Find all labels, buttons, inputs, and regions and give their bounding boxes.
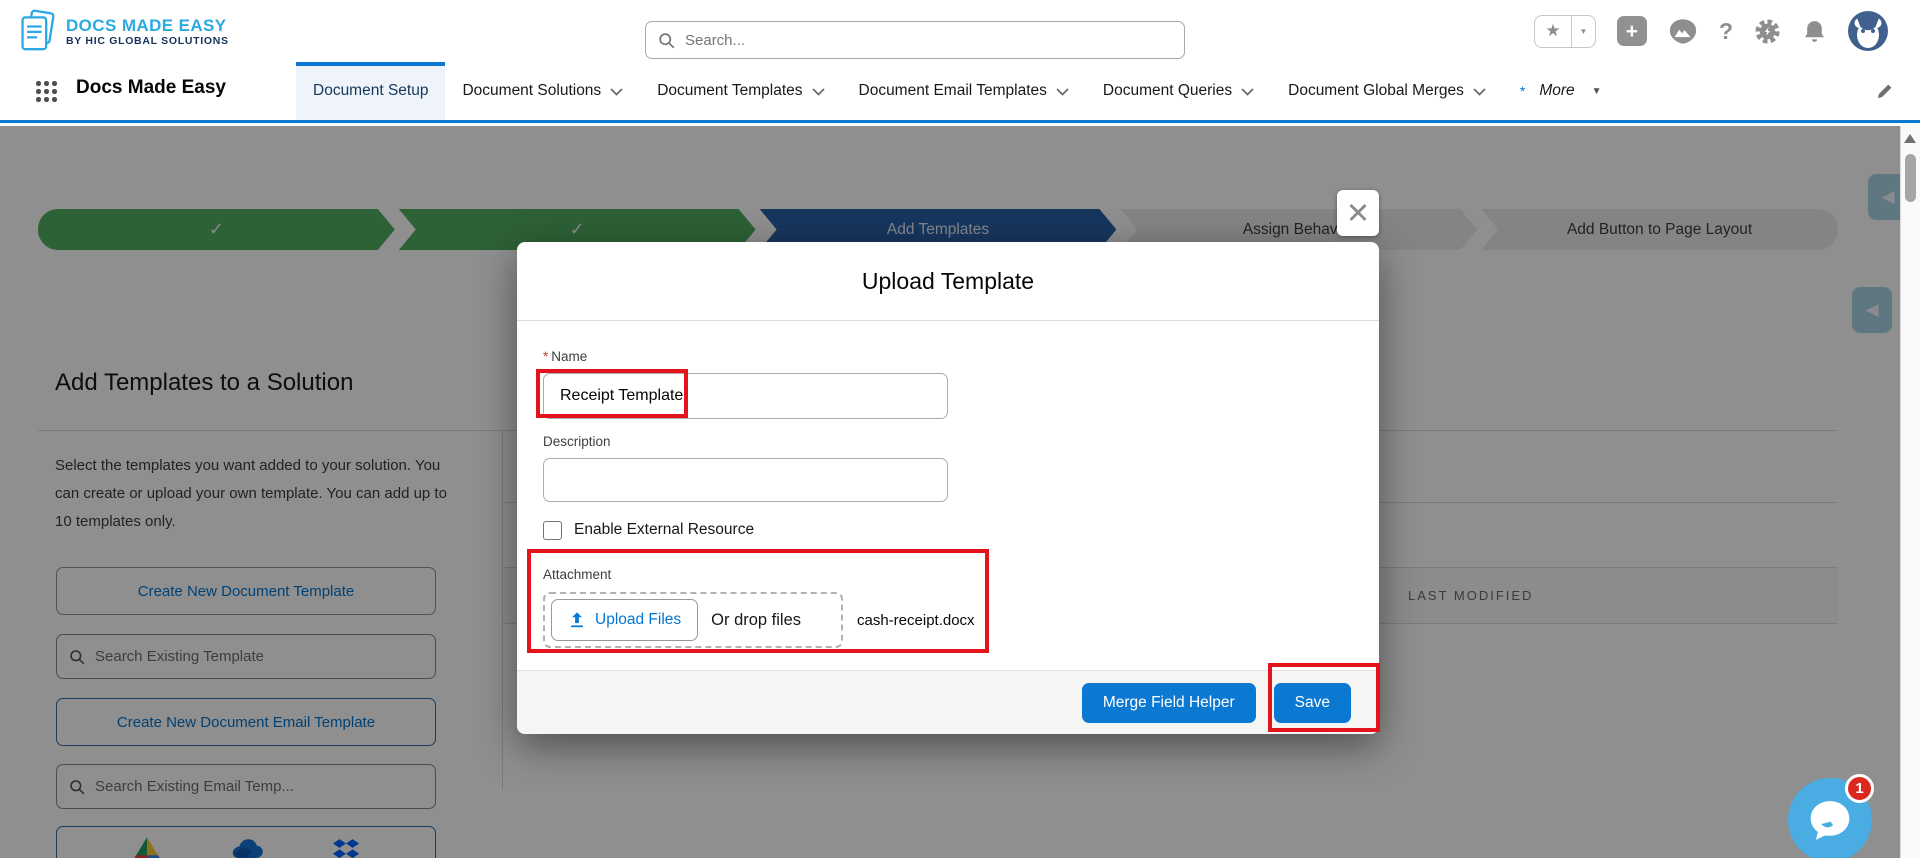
logo-subtitle: BY HIC GLOBAL SOLUTIONS: [66, 34, 229, 47]
app-launcher-waffle-icon[interactable]: [36, 81, 57, 102]
caret-down-icon: ▼: [1591, 85, 1602, 97]
drop-files-text: Or drop files: [711, 610, 802, 629]
name-input[interactable]: [543, 373, 948, 419]
notifications-bell-icon[interactable]: [1802, 19, 1827, 44]
enable-external-resource-label: Enable External Resource: [574, 521, 755, 538]
docs-logo-icon: [21, 9, 55, 51]
required-asterisk: *: [543, 349, 549, 364]
description-label: Description: [543, 434, 611, 449]
chevron-down-icon: [1241, 88, 1254, 96]
tab-document-solutions[interactable]: Document Solutions: [445, 62, 640, 120]
app-nav-bar: Docs Made Easy Document Setup Document S…: [0, 62, 1920, 123]
trailhead-icon[interactable]: [1668, 18, 1698, 45]
global-actions-add-button[interactable]: +: [1616, 16, 1647, 46]
enable-external-resource-row: Enable External Resource: [543, 519, 1353, 541]
app-logo: DOCS MADE EASY BY HIC GLOBAL SOLUTIONS: [18, 8, 229, 54]
vertical-scrollbar[interactable]: [1900, 126, 1920, 858]
upload-files-button[interactable]: Upload Files: [551, 599, 699, 641]
enable-external-resource-checkbox[interactable]: [543, 520, 562, 540]
chat-notification-badge: 1: [1845, 774, 1874, 803]
chevron-down-icon: [1473, 88, 1486, 96]
tab-document-setup[interactable]: Document Setup: [296, 62, 446, 120]
chat-launcher-button[interactable]: 1: [1788, 774, 1874, 858]
edit-pencil-icon[interactable]: [1875, 82, 1894, 101]
logo-title: DOCS MADE EASY: [66, 15, 227, 35]
attachment-row: Upload Files Or drop files cash-receipt.…: [543, 592, 1353, 648]
description-input[interactable]: [543, 458, 948, 502]
setup-gear-icon[interactable]: [1754, 18, 1781, 45]
upload-template-modal: Upload Template *Name Description Enable…: [517, 242, 1379, 734]
user-avatar[interactable]: [1848, 11, 1888, 51]
search-icon: [659, 32, 675, 48]
tab-document-global-merges[interactable]: Document Global Merges: [1271, 62, 1503, 120]
header-actions: ★ ▼ + ?: [1533, 11, 1888, 51]
attachment-label: Attachment: [543, 567, 612, 582]
uploaded-file-name: cash-receipt.docx: [857, 611, 975, 629]
chat-bubble-icon: [1810, 801, 1850, 840]
tab-document-queries[interactable]: Document Queries: [1086, 62, 1271, 120]
favorites-star-icon[interactable]: ★: [1535, 16, 1571, 47]
favorites-split-button[interactable]: ★ ▼: [1533, 14, 1596, 48]
close-icon: ✕: [1345, 197, 1371, 230]
favorites-caret-icon[interactable]: ▼: [1570, 15, 1595, 47]
global-search[interactable]: [645, 21, 1185, 59]
app-name: Docs Made Easy: [76, 77, 226, 98]
modal-header: Upload Template: [517, 242, 1379, 321]
close-modal-button[interactable]: ✕: [1337, 190, 1379, 236]
nav-tabs: Document Setup Document Solutions Docume…: [296, 62, 1619, 120]
tab-more[interactable]: * More ▼: [1503, 62, 1619, 120]
chevron-down-icon: [610, 88, 623, 96]
modal-title: Upload Template: [861, 267, 1035, 294]
scroll-up-arrow[interactable]: [1904, 134, 1916, 143]
help-icon[interactable]: ?: [1719, 18, 1733, 45]
tab-document-templates[interactable]: Document Templates: [640, 62, 841, 120]
name-label: * Name: [543, 349, 588, 364]
tab-document-email-templates[interactable]: Document Email Templates: [842, 62, 1086, 120]
chevron-down-icon: [811, 88, 825, 96]
save-button[interactable]: Save: [1273, 682, 1351, 723]
modal-body: *Name Description Enable External Resour…: [517, 321, 1379, 648]
merge-field-helper-button[interactable]: Merge Field Helper: [1081, 682, 1256, 723]
modal-footer: Merge Field Helper Save: [517, 670, 1379, 734]
global-header: DOCS MADE EASY BY HIC GLOBAL SOLUTIONS ★…: [0, 0, 1920, 62]
page-content: ✓ ✓ Add Templates Assign Behavior Add Bu…: [0, 126, 1920, 858]
global-search-input[interactable]: [685, 31, 1172, 49]
file-dropzone[interactable]: Upload Files Or drop files: [543, 592, 843, 648]
chevron-down-icon: [1056, 88, 1069, 96]
more-asterisk: *: [1519, 83, 1526, 99]
scrollbar-thumb[interactable]: [1905, 154, 1916, 202]
upload-icon: [571, 612, 583, 628]
